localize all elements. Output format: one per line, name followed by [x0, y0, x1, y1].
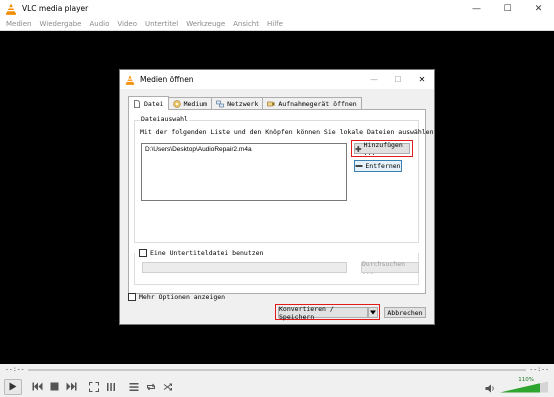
- subtitle-path-input: [142, 262, 347, 273]
- subtitle-group: Eine Untertiteldatei benutzen Durchsuche…: [134, 249, 419, 285]
- tab-label: Datei: [144, 99, 164, 108]
- dialog-titlebar: Medien öffnen — ☐ ✕: [120, 70, 434, 89]
- plus-icon: [355, 145, 362, 152]
- browse-button: Durchsuchen ...: [361, 260, 419, 276]
- open-media-dialog: Medien öffnen — ☐ ✕ Datei Medium Netzwer…: [119, 69, 437, 325]
- menu-audio[interactable]: Audio: [90, 20, 110, 28]
- speaker-icon[interactable]: [485, 384, 495, 393]
- subtitle-checkbox[interactable]: [139, 249, 147, 257]
- remove-button[interactable]: Entfernen: [354, 160, 402, 172]
- menu-wiedergabe[interactable]: Wiedergabe: [39, 20, 81, 28]
- menu-medien[interactable]: Medien: [6, 20, 31, 28]
- tab-panel-datei: Dateiauswahl Mit der folgenden Liste und…: [128, 109, 437, 294]
- dialog-maximize-button[interactable]: ☐: [386, 70, 410, 89]
- more-options-checkbox[interactable]: [128, 293, 136, 301]
- stop-button[interactable]: [47, 380, 61, 394]
- add-button-label: Hinzufügen ...: [363, 140, 403, 157]
- equalizer-icon: [107, 382, 115, 391]
- menu-untertitel[interactable]: Untertitel: [145, 20, 178, 28]
- tab-datei[interactable]: Datei: [128, 96, 169, 110]
- extended-settings-button[interactable]: [104, 380, 118, 394]
- file-icon: [134, 99, 140, 108]
- vlc-cone-icon: [125, 74, 135, 85]
- file-list[interactable]: D:\Users\Desktop\AudioRepair2.m4a: [141, 143, 347, 201]
- close-button[interactable]: ✕: [523, 0, 554, 17]
- minimize-button[interactable]: —: [461, 0, 492, 17]
- network-icon: [216, 100, 224, 108]
- playback-controls: [0, 376, 554, 397]
- tab-label: Aufnahmegerät öffnen: [278, 100, 357, 108]
- add-button[interactable]: Hinzufügen ...: [354, 140, 410, 157]
- group-title: Dateiauswahl: [140, 115, 189, 123]
- subtitle-checkbox-label[interactable]: Eine Untertiteldatei benutzen: [150, 249, 266, 257]
- skip-back-icon: [32, 382, 42, 391]
- time-elapsed: --:--: [5, 365, 25, 373]
- cancel-button[interactable]: Abbrechen: [384, 307, 426, 318]
- list-item[interactable]: D:\Users\Desktop\AudioRepair2.m4a: [142, 144, 346, 155]
- loop-icon: [147, 383, 155, 390]
- menu-werkzeuge[interactable]: Werkzeuge: [186, 20, 225, 28]
- minus-icon: [355, 165, 363, 167]
- chevron-down-icon: [370, 310, 376, 315]
- maximize-button[interactable]: ☐: [492, 0, 523, 17]
- menu-ansicht[interactable]: Ansicht: [233, 20, 259, 28]
- tab-label: Medium: [183, 100, 208, 108]
- shuffle-button[interactable]: [161, 380, 175, 394]
- next-button[interactable]: [64, 380, 78, 394]
- dialog-close-button[interactable]: ✕: [410, 70, 434, 89]
- seek-slider[interactable]: [28, 369, 526, 371]
- volume-slider[interactable]: [500, 381, 548, 393]
- menu-hilfe[interactable]: Hilfe: [267, 20, 283, 28]
- play-icon: [9, 382, 17, 391]
- fullscreen-icon: [89, 381, 99, 392]
- dialog-title: Medien öffnen: [140, 75, 194, 84]
- seek-bar-area: --:-- --:--: [0, 364, 554, 376]
- disc-icon: [172, 100, 181, 108]
- more-options-label[interactable]: Mehr Optionen anzeigen: [139, 293, 225, 301]
- loop-button[interactable]: [144, 380, 158, 394]
- convert-dropdown-button[interactable]: [368, 307, 378, 318]
- app-title: VLC media player: [22, 4, 89, 13]
- remove-button-label: Entfernen: [365, 162, 401, 170]
- capture-icon: [267, 101, 275, 107]
- previous-button[interactable]: [30, 380, 44, 394]
- tab-label: Netzwerk: [227, 100, 259, 108]
- play-button[interactable]: [4, 378, 22, 395]
- playlist-icon: [129, 382, 139, 391]
- playlist-button[interactable]: [127, 380, 141, 394]
- file-selection-group: Dateiauswahl Mit der folgenden Liste und…: [134, 115, 437, 243]
- dialog-minimize-button[interactable]: —: [362, 70, 386, 89]
- convert-save-button[interactable]: Konvertieren / Speichern: [278, 305, 368, 321]
- time-total: --:--: [529, 365, 549, 373]
- shuffle-icon: [163, 383, 172, 390]
- app-titlebar: VLC media player — ☐ ✕: [0, 0, 554, 17]
- vlc-cone-icon: [6, 3, 16, 15]
- fullscreen-button[interactable]: [87, 380, 101, 394]
- menu-video[interactable]: Video: [117, 20, 137, 28]
- menu-bar: Medien Wiedergabe Audio Video Untertitel…: [0, 17, 554, 31]
- skip-forward-icon: [66, 382, 76, 391]
- tab-bar: Datei Medium Netzwerk Aufnahmegerät öffn…: [128, 96, 362, 110]
- stop-icon: [50, 382, 58, 391]
- file-selection-description: Mit der folgenden Liste und den Knöpfen …: [140, 128, 438, 136]
